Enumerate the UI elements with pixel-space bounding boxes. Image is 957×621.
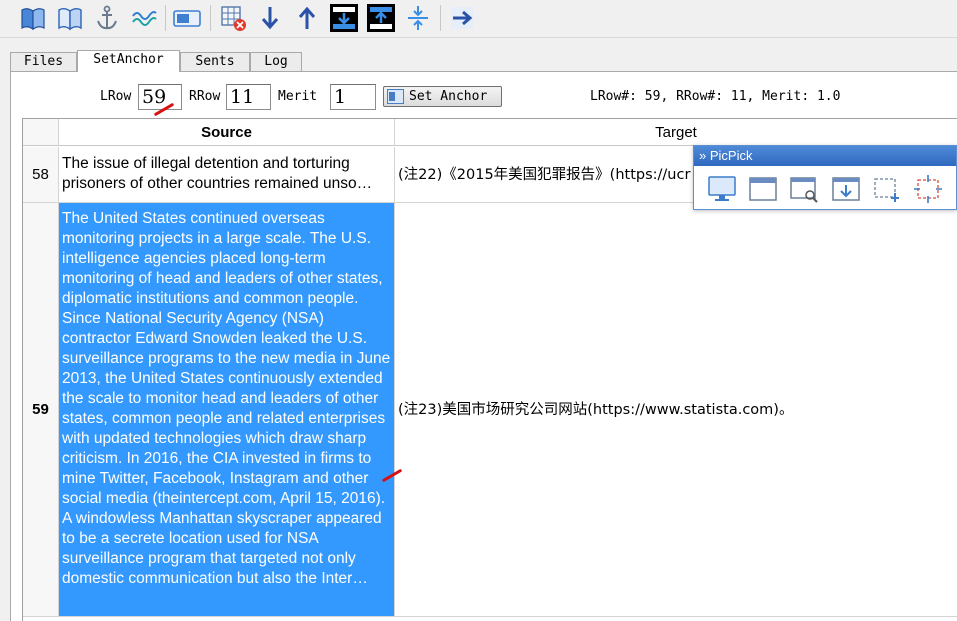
corner-header bbox=[23, 119, 59, 146]
set-anchor-button[interactable]: Set Anchor bbox=[383, 86, 502, 107]
merge-down-icon[interactable] bbox=[329, 3, 359, 33]
row-number[interactable]: 59 bbox=[23, 203, 59, 617]
fixed-region-icon[interactable] bbox=[913, 174, 943, 204]
arrow-right-icon[interactable] bbox=[447, 3, 477, 33]
toolbar bbox=[0, 0, 957, 38]
tab-sents[interactable]: Sents bbox=[180, 52, 250, 71]
toolbar-separator bbox=[210, 5, 211, 31]
rrow-input[interactable] bbox=[226, 84, 271, 110]
arrow-down-icon[interactable] bbox=[255, 3, 285, 33]
lrow-input[interactable] bbox=[138, 84, 182, 110]
download-capture-icon[interactable] bbox=[831, 174, 861, 204]
source-cell[interactable]: The issue of illegal detention and tortu… bbox=[59, 147, 395, 203]
wave-icon[interactable] bbox=[129, 3, 159, 33]
toolbar-separator bbox=[440, 5, 441, 31]
merit-label: Merit bbox=[278, 89, 318, 104]
set-anchor-icon bbox=[387, 89, 404, 104]
panel-icon[interactable] bbox=[172, 3, 202, 33]
target-cell[interactable]: (注23)美国市场研究公司网站(https://www.statista.com… bbox=[395, 203, 957, 617]
tab-files[interactable]: Files bbox=[10, 52, 77, 71]
merge-up-icon[interactable] bbox=[366, 3, 396, 33]
anchor-status: LRow#: 59, RRow#: 11, Merit: 1.0 bbox=[590, 89, 841, 104]
column-header-source[interactable]: Source bbox=[59, 119, 395, 146]
book-outline-icon[interactable] bbox=[55, 3, 85, 33]
window-icon[interactable] bbox=[748, 174, 778, 204]
monitor-icon[interactable] bbox=[707, 174, 737, 204]
grid-delete-icon[interactable] bbox=[218, 3, 248, 33]
lrow-label: LRow bbox=[100, 89, 132, 104]
picpick-toolbar[interactable]: » PicPick bbox=[693, 145, 957, 210]
source-cell-selected[interactable]: The United States continued overseas mon… bbox=[59, 203, 395, 617]
toolbar-separator bbox=[165, 5, 166, 31]
row-number[interactable]: 58 bbox=[23, 147, 59, 203]
picpick-title[interactable]: » PicPick bbox=[694, 146, 956, 166]
region-add-icon[interactable] bbox=[872, 174, 902, 204]
arrow-up-icon[interactable] bbox=[292, 3, 322, 33]
column-header-target[interactable]: Target bbox=[395, 119, 957, 146]
rrow-label: RRow bbox=[189, 89, 221, 104]
merit-input[interactable] bbox=[330, 84, 376, 110]
tab-setanchor[interactable]: SetAnchor bbox=[77, 50, 180, 72]
book-icon[interactable] bbox=[18, 3, 48, 33]
set-anchor-label: Set Anchor bbox=[409, 89, 488, 104]
split-vertical-icon[interactable] bbox=[403, 3, 433, 33]
anchor-icon[interactable] bbox=[92, 3, 122, 33]
scroll-capture-icon[interactable] bbox=[789, 174, 819, 204]
tab-log[interactable]: Log bbox=[250, 52, 302, 71]
